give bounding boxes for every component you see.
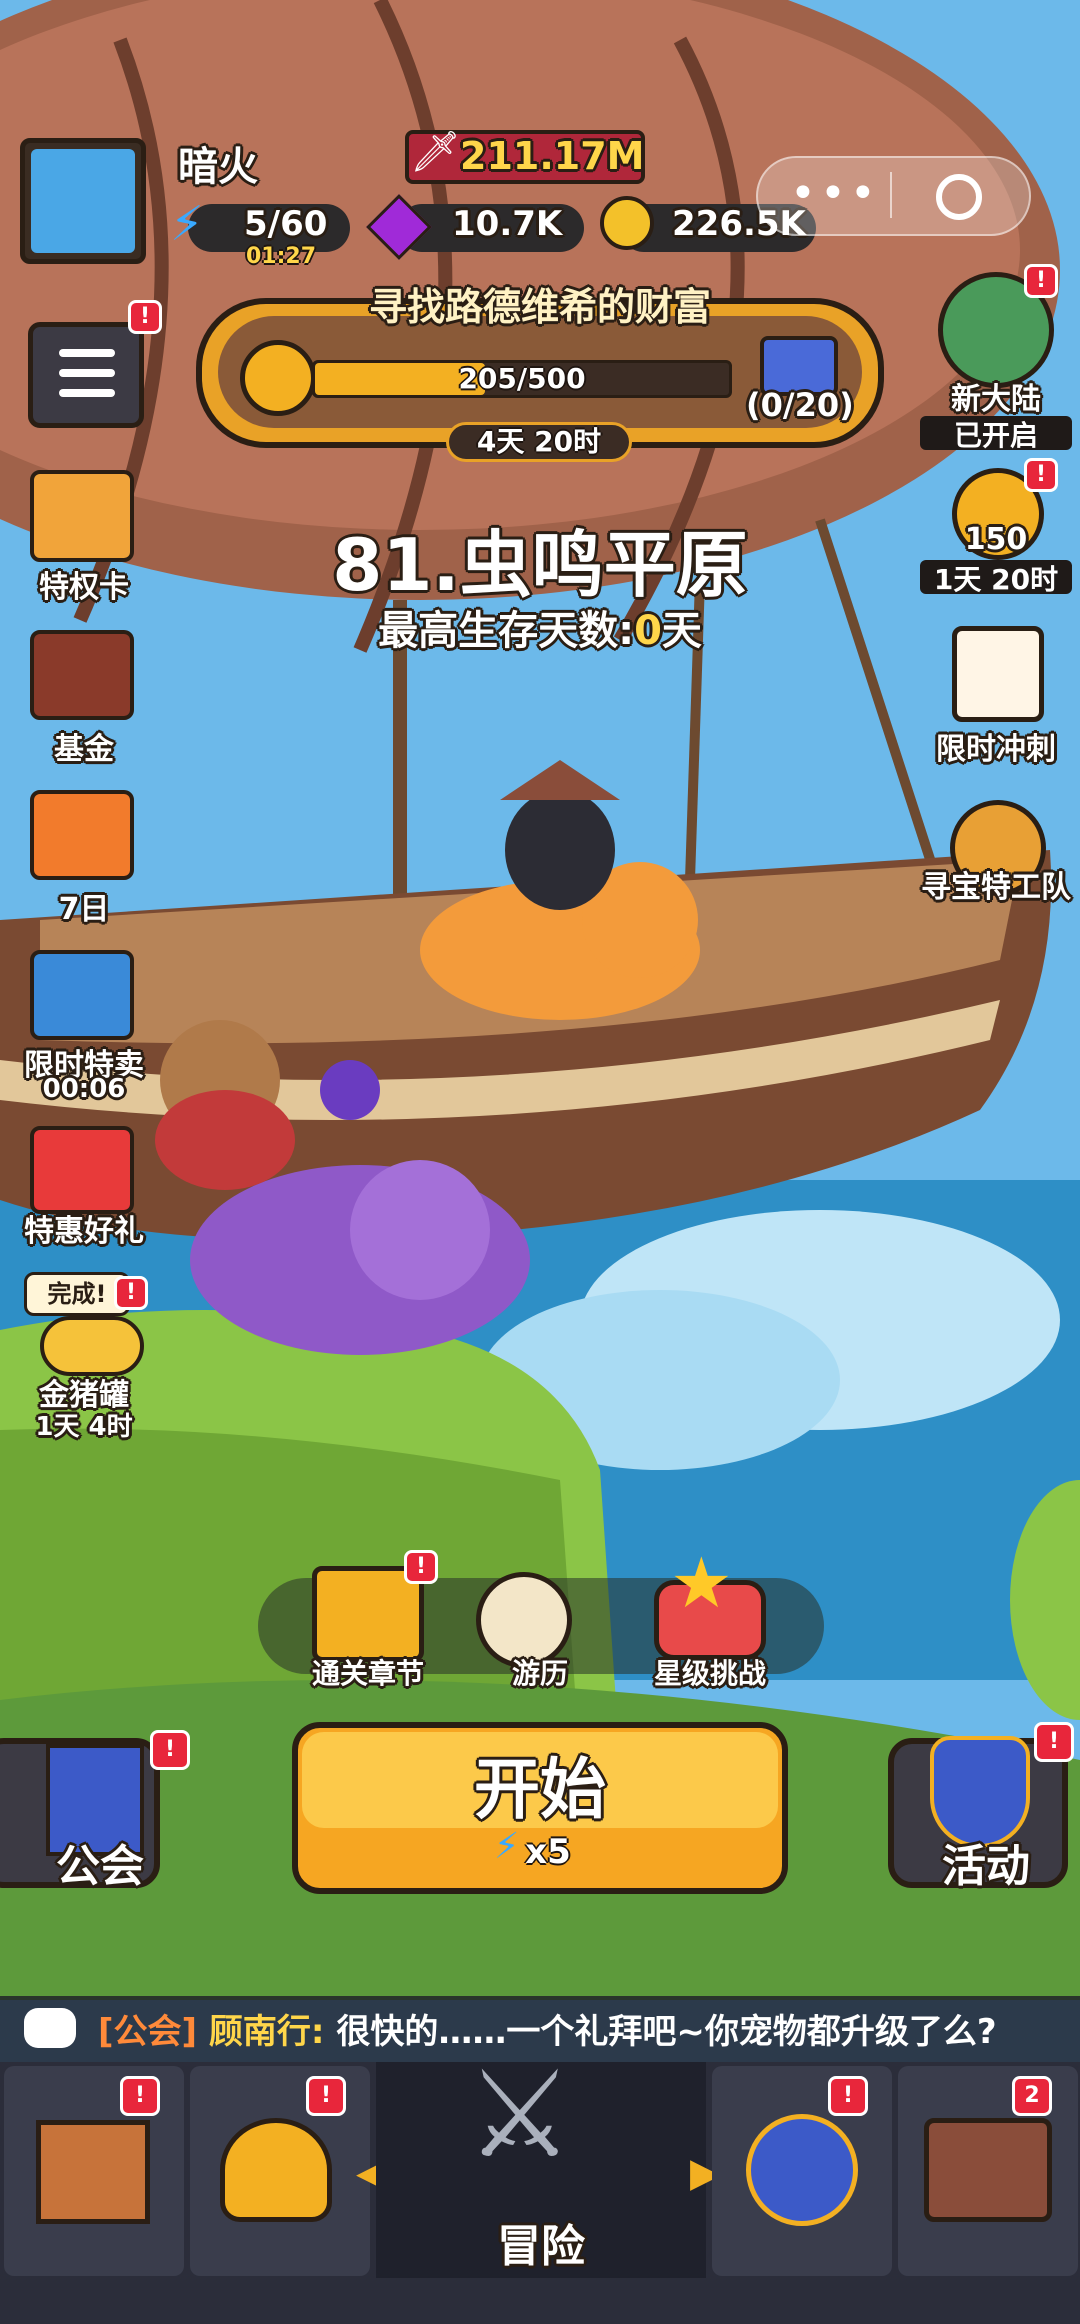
inventory-count-badge: 2 [1012, 2076, 1052, 2116]
sword-icon: 🗡 [410, 129, 461, 175]
star-medal-count: 150 [964, 522, 1028, 557]
start-label: 开始 [474, 1751, 606, 1828]
quick-action-star-challenge[interactable]: 星级挑战 [630, 1652, 790, 1692]
chat-bubble-icon[interactable] [24, 2008, 76, 2048]
event-timer: 4天 20时 [476, 425, 602, 458]
right-menu-treasure-squad[interactable]: 寻宝特工队 [916, 870, 1076, 906]
chat-text: 很快的……一个礼拜吧~你宠物都升级了么? [336, 2012, 997, 2052]
quick-action-travel[interactable]: 游历 [460, 1652, 620, 1692]
upgrade-badge: ! [828, 2076, 868, 2116]
crossed-swords-icon: ⚔ [466, 2046, 574, 2185]
best-survival-value: 0 [634, 608, 662, 654]
chat-sender: 顾南行: [208, 2012, 325, 2052]
menu-badge: ! [128, 300, 162, 334]
player-avatar[interactable] [20, 138, 146, 264]
left-menu-seven-day[interactable]: 7日 [4, 884, 164, 928]
menu-button[interactable] [28, 322, 144, 428]
privilege-card-icon[interactable] [30, 470, 134, 562]
activity-badge: ! [1034, 1722, 1074, 1762]
upgrade-arrow-icon [746, 2114, 858, 2226]
event-medal-icon [240, 340, 316, 416]
piggy-badge: ! [114, 1276, 148, 1310]
star-medal-badge: ! [1024, 458, 1058, 492]
chapter-badge: ! [404, 1550, 438, 1584]
combat-power-value: 211.17M [460, 134, 645, 178]
heroes-badge: ! [306, 2076, 346, 2116]
best-survival-label: 最高生存天数: [378, 608, 635, 654]
piggy-bank-timer: 1天 4时 [35, 1412, 133, 1442]
gem-value: 10.7K [452, 204, 563, 244]
flash-sale-timer: 00:06 [42, 1074, 126, 1104]
event-reward-count: (0/20) [746, 386, 854, 424]
right-menu-time-sprint[interactable]: 限时冲刺 [916, 724, 1076, 768]
event-title: 寻找路德维希的财富 [368, 285, 711, 329]
new-continent-status: 已开启 [953, 419, 1038, 452]
star-medal-timer: 1天 20时 [933, 563, 1059, 596]
energy-value: 5/60 [244, 204, 328, 244]
best-survival-unit: 天 [661, 608, 702, 654]
capsule-divider [890, 172, 892, 218]
calendar-icon[interactable] [952, 626, 1044, 722]
left-menu-special-gift[interactable]: 特惠好礼 [4, 1206, 164, 1250]
guild-badge: ! [150, 1730, 190, 1770]
activity-label: 活动 [942, 1841, 1030, 1892]
piggy-bank-icon[interactable] [40, 1316, 144, 1376]
quick-action-chapters[interactable]: 通关章节 [288, 1652, 448, 1692]
nav-adventure-label: 冒险 [497, 2221, 585, 2272]
left-menu-privilege-card[interactable]: 特权卡 [4, 562, 164, 606]
new-continent-badge: ! [1024, 264, 1058, 298]
shop-badge: ! [120, 2076, 160, 2116]
lightning-icon: ⚡ [170, 196, 204, 252]
more-icon[interactable]: ••• [790, 168, 880, 219]
right-menu-new-continent[interactable]: 新大陆 [916, 374, 1076, 418]
coin-icon [600, 196, 654, 250]
event-progress-text: 205/500 [458, 362, 586, 395]
close-icon[interactable] [936, 174, 982, 220]
special-gift-icon[interactable] [30, 1126, 134, 1214]
shop-icon [36, 2120, 150, 2224]
star-icon: ★ [670, 1542, 733, 1624]
fund-chart-icon[interactable] [30, 630, 134, 720]
player-name: 暗火 [178, 144, 258, 190]
left-menu-fund[interactable]: 基金 [4, 724, 164, 768]
energy-timer: 01:27 [246, 244, 317, 269]
guild-label: 公会 [56, 1841, 144, 1892]
flash-sale-icon[interactable] [30, 950, 134, 1040]
chat-channel: [公会] [98, 2012, 198, 2052]
seven-day-gift-icon[interactable] [30, 790, 134, 880]
helmet-icon [220, 2118, 332, 2222]
start-energy-cost: x5 [525, 1832, 571, 1872]
best-survival-days: 最高生存天数:0天 [0, 598, 1080, 656]
locked-chest-icon [924, 2118, 1052, 2222]
